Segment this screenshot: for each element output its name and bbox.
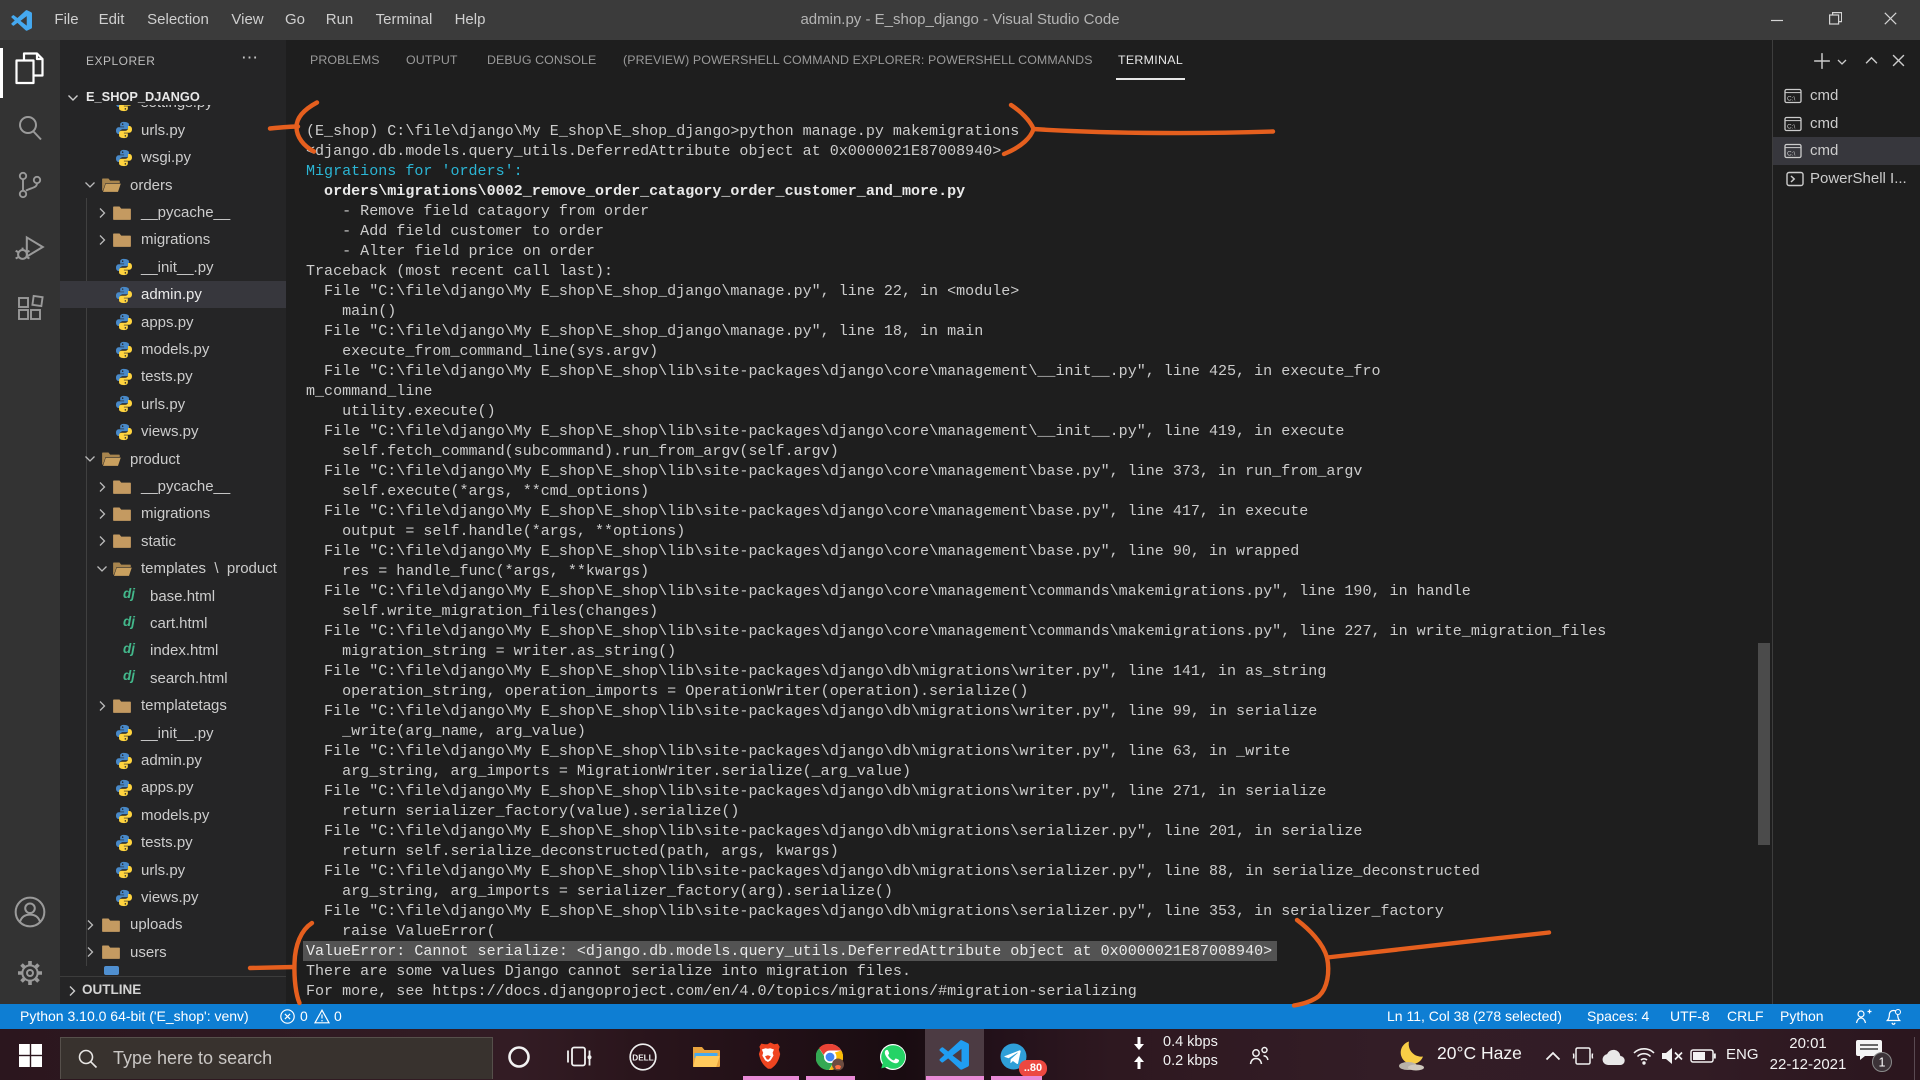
svg-text:C:\: C:\ bbox=[1787, 96, 1796, 103]
svg-text:1: 1 bbox=[1879, 1056, 1886, 1070]
svg-text:DELL: DELL bbox=[632, 1054, 653, 1063]
svg-text:C:\: C:\ bbox=[1787, 123, 1796, 130]
svg-text:C:\: C:\ bbox=[1787, 151, 1796, 158]
